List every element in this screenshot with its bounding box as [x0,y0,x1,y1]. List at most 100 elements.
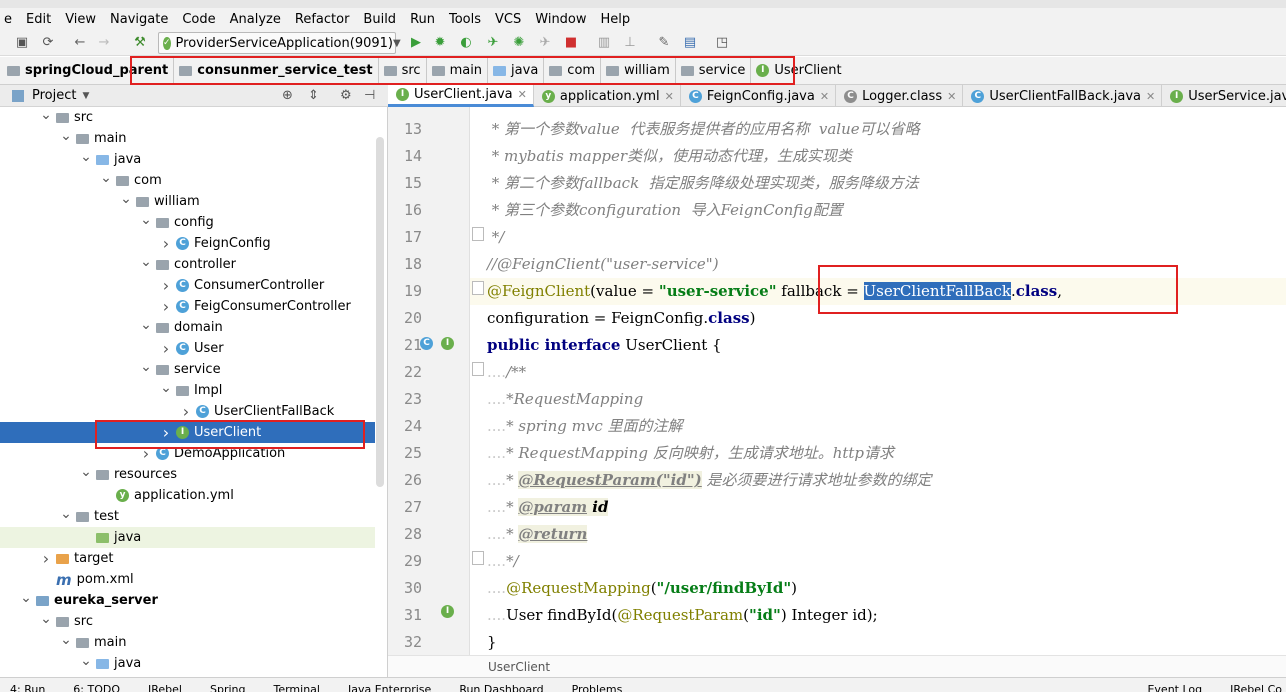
chevron-down-icon[interactable]: ⌄ [98,170,114,186]
implemented-method-icon[interactable]: I [441,605,454,618]
chevron-down-icon[interactable]: ⌄ [78,464,94,480]
breadcrumb-item[interactable]: I UserClient [751,58,846,84]
breadcrumb-item[interactable]: java [488,57,545,84]
tree-item[interactable]: ⌄ Impl [0,380,375,401]
code-line[interactable]: public interface UserClient { [487,332,722,359]
tree-item[interactable]: y application.yml [0,485,375,506]
chevron-down-icon[interactable]: ⌄ [18,590,34,606]
chevron-down-icon[interactable]: ⌄ [138,359,154,375]
chevron-down-icon[interactable]: ⌄ [58,632,74,648]
chevron-right-icon[interactable]: › [38,549,54,568]
chevron-right-icon[interactable]: › [158,297,174,316]
fold-marker-icon[interactable] [472,227,484,241]
tree-item[interactable]: ⌄ eureka_server [0,590,375,611]
hide-icon[interactable]: ⊣ [364,88,375,103]
tree-item[interactable]: m pom.xml [0,569,375,590]
tab-userclientfallback-java[interactable]: C UserClientFallBack.java ✕ [963,85,1163,107]
menu-file[interactable]: e [4,12,12,27]
run-icon[interactable]: ▶ [408,35,424,51]
tree-item[interactable]: › C User [0,338,375,359]
debug-icon[interactable]: ✹ [432,35,448,51]
chevron-down-icon[interactable]: ⌄ [118,191,134,207]
menu-code[interactable]: Code [182,12,215,27]
tree-item[interactable]: › C UserClientFallBack [0,401,375,422]
chevron-down-icon[interactable]: ▼ [82,91,89,101]
code-line[interactable]: ....* spring mvc 里面的注解 [487,413,683,440]
tool-window-todo[interactable]: 6: TODO [73,678,120,692]
code-line[interactable]: @FeignClient(value = "user-service" fall… [487,278,1062,305]
jrebel-run-icon[interactable]: ✈ [485,35,501,51]
chevron-down-icon[interactable]: ⌄ [38,107,54,123]
menu-edit[interactable]: Edit [26,12,51,27]
close-icon[interactable]: ✕ [1146,90,1155,103]
back-icon[interactable]: ← [72,35,88,51]
gear-icon[interactable]: ⚙ [340,88,352,103]
tool-window-java-enterprise[interactable]: Java Enterprise [348,678,431,692]
code-line[interactable]: } [487,629,497,655]
tool-window-jrebel[interactable]: JRebel [148,678,182,692]
code-line[interactable]: ....*RequestMapping [487,386,643,413]
sdk-icon[interactable]: ⊥ [622,35,638,51]
code-line[interactable]: configuration = FeignConfig.class) [487,305,755,332]
chevron-down-icon[interactable]: ⌄ [38,611,54,627]
tab-userservice-java[interactable]: IUserService.java✕ [1162,85,1286,107]
breadcrumb-item[interactable]: service [676,57,752,84]
tree-item[interactable]: ⌄ config [0,212,375,233]
code-line[interactable]: ....@RequestMapping("/user/findById") [487,575,797,602]
tree-item[interactable]: › C ConsumerController [0,275,375,296]
tool-window-spring[interactable]: Spring [210,678,246,692]
tool-window-run[interactable]: 4: Run [10,678,45,692]
code-editor[interactable]: C I I 13 14 15 16 17 18 19 20 21 22 23 24 25 26 27 28 29… [388,107,1286,655]
tree-item[interactable]: ⌄ service [0,359,375,380]
breadcrumb-item[interactable]: src [379,57,427,84]
coverage-icon[interactable]: ◐ [458,35,474,51]
chevron-down-icon[interactable]: ⌄ [78,653,94,669]
tab-feignconfig-java[interactable]: C FeignConfig.java ✕ [681,85,837,107]
code-line[interactable]: ....* @param id [487,494,609,521]
settings-wrench-icon[interactable]: ✎ [656,35,672,51]
fold-marker-icon[interactable] [472,281,484,295]
breadcrumb-item[interactable]: william [601,57,676,84]
tab-logger-class[interactable]: C Logger.class ✕ [836,85,964,107]
tool-window-problems[interactable]: Problems [572,678,623,692]
chevron-right-icon[interactable]: › [178,402,194,421]
tool-window-icon[interactable]: ◳ [714,35,730,51]
menu-vcs[interactable]: VCS [495,12,521,27]
code-line[interactable]: ....* @RequestParam("id") 是必须要进行请求地址参数的绑… [487,467,932,494]
chevron-right-icon[interactable]: › [158,339,174,358]
close-icon[interactable]: ✕ [665,90,674,103]
code-line[interactable]: * mybatis mapper类似，使用动态代理，生成实现类 [487,143,852,170]
tool-window-run-dashboard[interactable]: Run Dashboard [459,678,543,692]
tree-item[interactable]: ⌄ resources [0,464,375,485]
close-icon[interactable]: ✕ [947,90,956,103]
tree-item[interactable]: ⌄ controller [0,254,375,275]
tree-item[interactable]: ⌄ main [0,632,375,653]
tree-item[interactable]: ⌄ java [0,653,375,674]
menu-tools[interactable]: Tools [449,12,481,27]
chevron-down-icon[interactable]: ⌄ [138,317,154,333]
tree-item[interactable]: › C DemoApplication [0,443,375,464]
menu-analyze[interactable]: Analyze [230,12,281,27]
code-line[interactable]: ....*/ [487,548,519,575]
tree-item[interactable]: › target [0,548,375,569]
code-line[interactable]: */ [487,224,505,251]
project-structure-icon[interactable]: ▥ [596,35,612,51]
menu-navigate[interactable]: Navigate [110,12,168,27]
code-line[interactable]: ....* RequestMapping 反向映射，生成请求地址。http请求 [487,440,894,467]
jrebel-debug-icon[interactable]: ✺ [511,35,527,51]
code-line[interactable]: //@FeignClient("user-service") [487,251,719,278]
chevron-right-icon[interactable]: › [158,276,174,295]
locate-icon[interactable]: ⊕ [282,88,293,103]
tree-item[interactable]: ⌄ src [0,107,375,128]
tree-item[interactable]: ⌄ william [0,191,375,212]
tool-window-event-log[interactable]: Event Log [1147,678,1202,692]
tree-item[interactable]: ⌄ src [0,611,375,632]
attach-icon[interactable]: ✈ [537,35,553,51]
tree-item[interactable]: ⌄ java [0,149,375,170]
code-line[interactable]: ....* @return [487,521,588,548]
close-icon[interactable]: ✕ [820,90,829,103]
chevron-down-icon[interactable]: ⌄ [158,380,174,396]
tree-scrollbar[interactable] [376,137,384,487]
tree-item[interactable]: java [0,527,375,548]
fold-marker-icon[interactable] [472,362,484,376]
